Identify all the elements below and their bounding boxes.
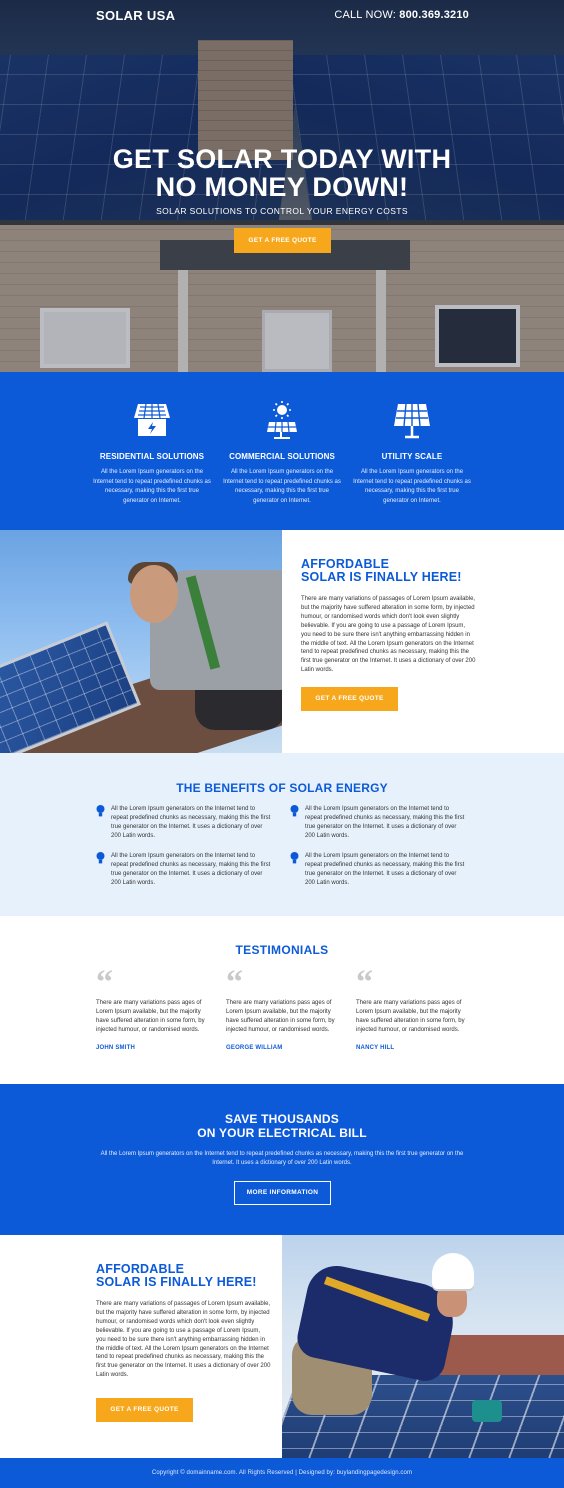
testimonials-section: TESTIMONIALS “ There are many variations… <box>0 916 564 1084</box>
benefit-item: All the Lorem Ipsum generators on the In… <box>290 852 465 888</box>
services-section: RESIDENTIAL SOLUTIONS All the Lorem Ipsu… <box>0 372 564 530</box>
more-information-button[interactable]: MORE INFORMATION <box>234 1181 331 1205</box>
affordable-body-1: There are many variations of passages of… <box>301 596 476 674</box>
benefit-text: All the Lorem Ipsum generators on the In… <box>111 806 271 839</box>
call-now[interactable]: CALL NOW: 800.369.3210 <box>334 9 469 21</box>
quote-icon: “ <box>226 964 243 1001</box>
save-body: All the Lorem Ipsum generators on the In… <box>100 1151 464 1166</box>
testimonial-card: “ There are many variations pass ages of… <box>356 964 474 1052</box>
solar-panel-icon <box>394 403 430 439</box>
service-residential: RESIDENTIAL SOLUTIONS All the Lorem Ipsu… <box>92 400 212 506</box>
testimonial-name: JOHN SMITH <box>96 1045 136 1051</box>
hero-section: SOLAR USA CALL NOW: 800.369.3210 GET SOL… <box>0 0 564 372</box>
hero-title: GET SOLAR TODAY WITH NO MONEY DOWN! <box>0 145 564 201</box>
save-title: SAVE THOUSANDS ON YOUR ELECTRICAL BILL <box>0 1112 564 1140</box>
lightbulb-icon <box>290 805 299 817</box>
testimonial-text: There are many variations pass ages of L… <box>226 1000 335 1033</box>
benefits-title: THE BENEFITS OF SOLAR ENERGY <box>176 781 388 795</box>
benefit-text: All the Lorem Ipsum generators on the In… <box>305 853 465 886</box>
affordable-free-quote-button-2[interactable]: GET A FREE QUOTE <box>96 1398 193 1423</box>
affordable-section-1: AFFORDABLE SOLAR IS FINALLY HERE! There … <box>0 530 564 753</box>
affordable-title-line: SOLAR IS FINALLY HERE! <box>301 570 462 584</box>
save-title-line: SAVE THOUSANDS <box>225 1112 339 1126</box>
affordable-body-2: There are many variations of passages of… <box>96 1301 271 1379</box>
benefit-item: All the Lorem Ipsum generators on the In… <box>96 852 271 888</box>
testimonial-card: “ There are many variations pass ages of… <box>226 964 344 1052</box>
worker-installing-panel-photo <box>0 530 282 753</box>
benefit-text: All the Lorem Ipsum generators on the In… <box>305 806 465 839</box>
save-section: SAVE THOUSANDS ON YOUR ELECTRICAL BILL A… <box>0 1084 564 1235</box>
service-commercial: COMMERCIAL SOLUTIONS All the Lorem Ipsum… <box>222 400 342 506</box>
testimonial-name: GEORGE WILLIAM <box>226 1045 283 1051</box>
service-desc: All the Lorem Ipsum generators on the In… <box>353 469 471 504</box>
house-solar-icon <box>134 403 170 436</box>
photo-worker-head <box>130 565 178 623</box>
testimonial-card: “ There are many variations pass ages of… <box>96 964 214 1052</box>
service-title: UTILITY SCALE <box>381 452 443 461</box>
hero-free-quote-button[interactable]: GET A FREE QUOTE <box>234 228 331 253</box>
service-title: RESIDENTIAL SOLUTIONS <box>99 452 205 461</box>
phone-number[interactable]: 800.369.3210 <box>399 9 469 21</box>
photo-drill <box>472 1400 502 1422</box>
service-desc: All the Lorem Ipsum generators on the In… <box>223 469 341 504</box>
lightbulb-icon <box>290 852 299 864</box>
affordable-section-2: AFFORDABLE SOLAR IS FINALLY HERE! There … <box>0 1235 564 1458</box>
benefit-item: All the Lorem Ipsum generators on the In… <box>96 805 271 841</box>
testimonial-text: There are many variations pass ages of L… <box>96 1000 205 1033</box>
service-desc: All the Lorem Ipsum generators on the In… <box>93 469 211 504</box>
quote-icon: “ <box>356 964 373 1001</box>
hero-subtitle: SOLAR SOLUTIONS TO CONTROL YOUR ENERGY C… <box>156 206 408 216</box>
sun-panel-icon <box>267 401 297 439</box>
benefit-item: All the Lorem Ipsum generators on the In… <box>290 805 465 841</box>
top-bar: SOLAR USA CALL NOW: 800.369.3210 <box>0 0 564 30</box>
benefit-text: All the Lorem Ipsum generators on the In… <box>111 853 271 886</box>
affordable-text-2: AFFORDABLE SOLAR IS FINALLY HERE! There … <box>96 1263 271 1423</box>
affordable-title-2: AFFORDABLE SOLAR IS FINALLY HERE! <box>96 1263 271 1289</box>
photo-worker-helmet <box>432 1253 474 1289</box>
affordable-free-quote-button-1[interactable]: GET A FREE QUOTE <box>301 687 398 712</box>
call-label: CALL NOW: <box>334 9 397 21</box>
site-logo[interactable]: SOLAR USA <box>96 8 175 23</box>
testimonials-title: TESTIMONIALS <box>235 943 329 957</box>
affordable-text-1: AFFORDABLE SOLAR IS FINALLY HERE! There … <box>301 558 476 712</box>
testimonial-name: NANCY HILL <box>356 1045 395 1051</box>
affordable-title-1: AFFORDABLE SOLAR IS FINALLY HERE! <box>301 558 476 584</box>
benefits-section: THE BENEFITS OF SOLAR ENERGY All the Lor… <box>0 753 564 916</box>
save-title-line: ON YOUR ELECTRICAL BILL <box>197 1126 367 1140</box>
lightbulb-icon <box>96 852 105 864</box>
lightbulb-icon <box>96 805 105 817</box>
service-title: COMMERCIAL SOLUTIONS <box>229 452 335 461</box>
quote-icon: “ <box>96 964 113 1001</box>
worker-drilling-panel-photo <box>282 1235 564 1458</box>
hero-title-line: NO MONEY DOWN! <box>155 172 409 202</box>
testimonial-text: There are many variations pass ages of L… <box>356 1000 465 1033</box>
footer: Copyright © domainname.com. All Rights R… <box>0 1458 564 1488</box>
hero-title-line: GET SOLAR TODAY WITH <box>112 144 452 174</box>
affordable-title-line: SOLAR IS FINALLY HERE! <box>96 1275 257 1289</box>
service-utility: UTILITY SCALE All the Lorem Ipsum genera… <box>352 400 472 506</box>
